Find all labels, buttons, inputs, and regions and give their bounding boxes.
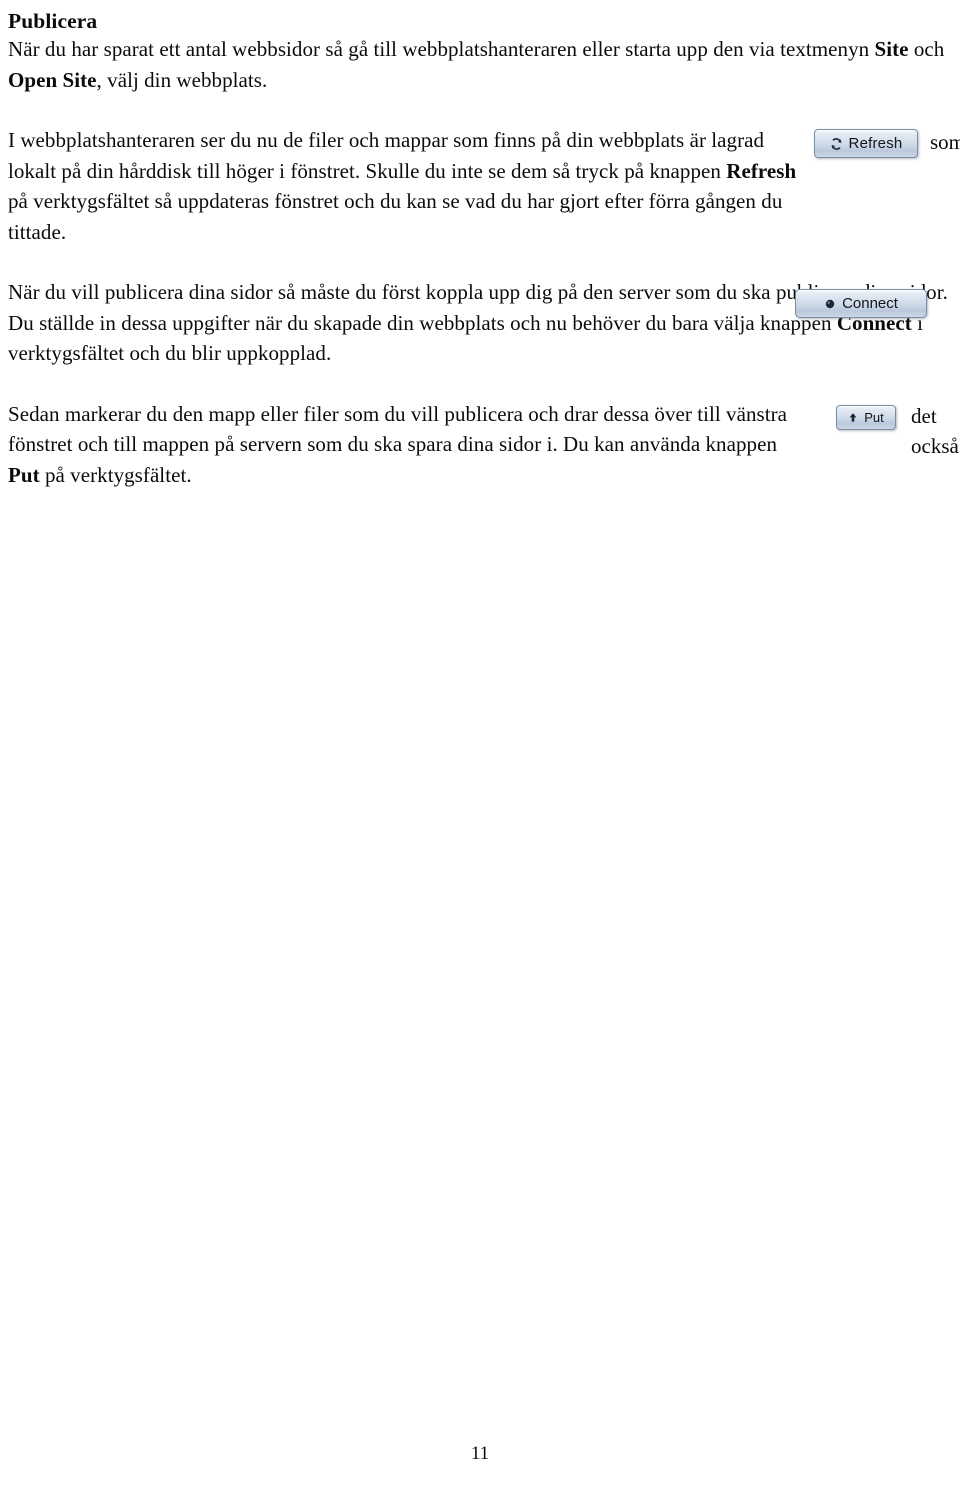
refresh-icon [830, 137, 843, 151]
put-button-label: Put [864, 409, 884, 425]
connect-dot-icon [824, 298, 836, 310]
trailing-word-ocksa: också [911, 433, 959, 458]
connect-button-label: Connect [842, 295, 898, 312]
document-page: Publicera När du har sparat ett antal we… [0, 0, 960, 1494]
refresh-button[interactable]: Refresh [814, 129, 918, 158]
paragraph-intro-text-1: När du har sparat ett antal webbsidor så… [8, 37, 875, 61]
section-put: Sedan markerar du den mapp eller filer s… [8, 399, 959, 491]
connect-button[interactable]: Connect [795, 289, 927, 318]
paragraph-intro-text-2: och [908, 37, 945, 61]
paragraph-intro: När du har sparat ett antal webbsidor så… [8, 34, 952, 95]
paragraph-put: Sedan markerar du den mapp eller filer s… [8, 399, 808, 491]
inline-bold-site: Site [874, 37, 909, 61]
paragraph-refresh: I webbplatshanteraren ser du nu de filer… [8, 125, 808, 247]
section-refresh: I webbplatshanteraren ser du nu de filer… [8, 125, 960, 247]
paragraph-put-text-2: på verktygsfältet. [39, 462, 192, 487]
paragraph-refresh-text-1: I webbplatshanteraren ser du nu de filer… [8, 128, 765, 183]
inline-bold-refresh: Refresh [726, 158, 797, 183]
trailing-word-det: det [911, 403, 937, 428]
paragraph-refresh-text-2: på verktygsfältet så uppdateras fönstret… [8, 189, 783, 244]
page-number: 11 [470, 1443, 490, 1464]
inline-bold-put: Put [8, 462, 40, 487]
paragraph-put-text-1: Sedan markerar du den mapp eller filer s… [8, 401, 788, 457]
put-button[interactable]: Put [836, 404, 896, 430]
page-title: Publicera [8, 9, 98, 33]
up-arrow-icon [848, 412, 858, 423]
paragraph-intro-text-3: , välj din webbplats. [96, 67, 268, 92]
section-connect: När du vill publicera dina sidor så måst… [8, 277, 948, 369]
refresh-button-label: Refresh [848, 135, 903, 152]
trailing-word-som: som [930, 130, 960, 154]
inline-bold-open-site: Open Site [8, 67, 97, 92]
